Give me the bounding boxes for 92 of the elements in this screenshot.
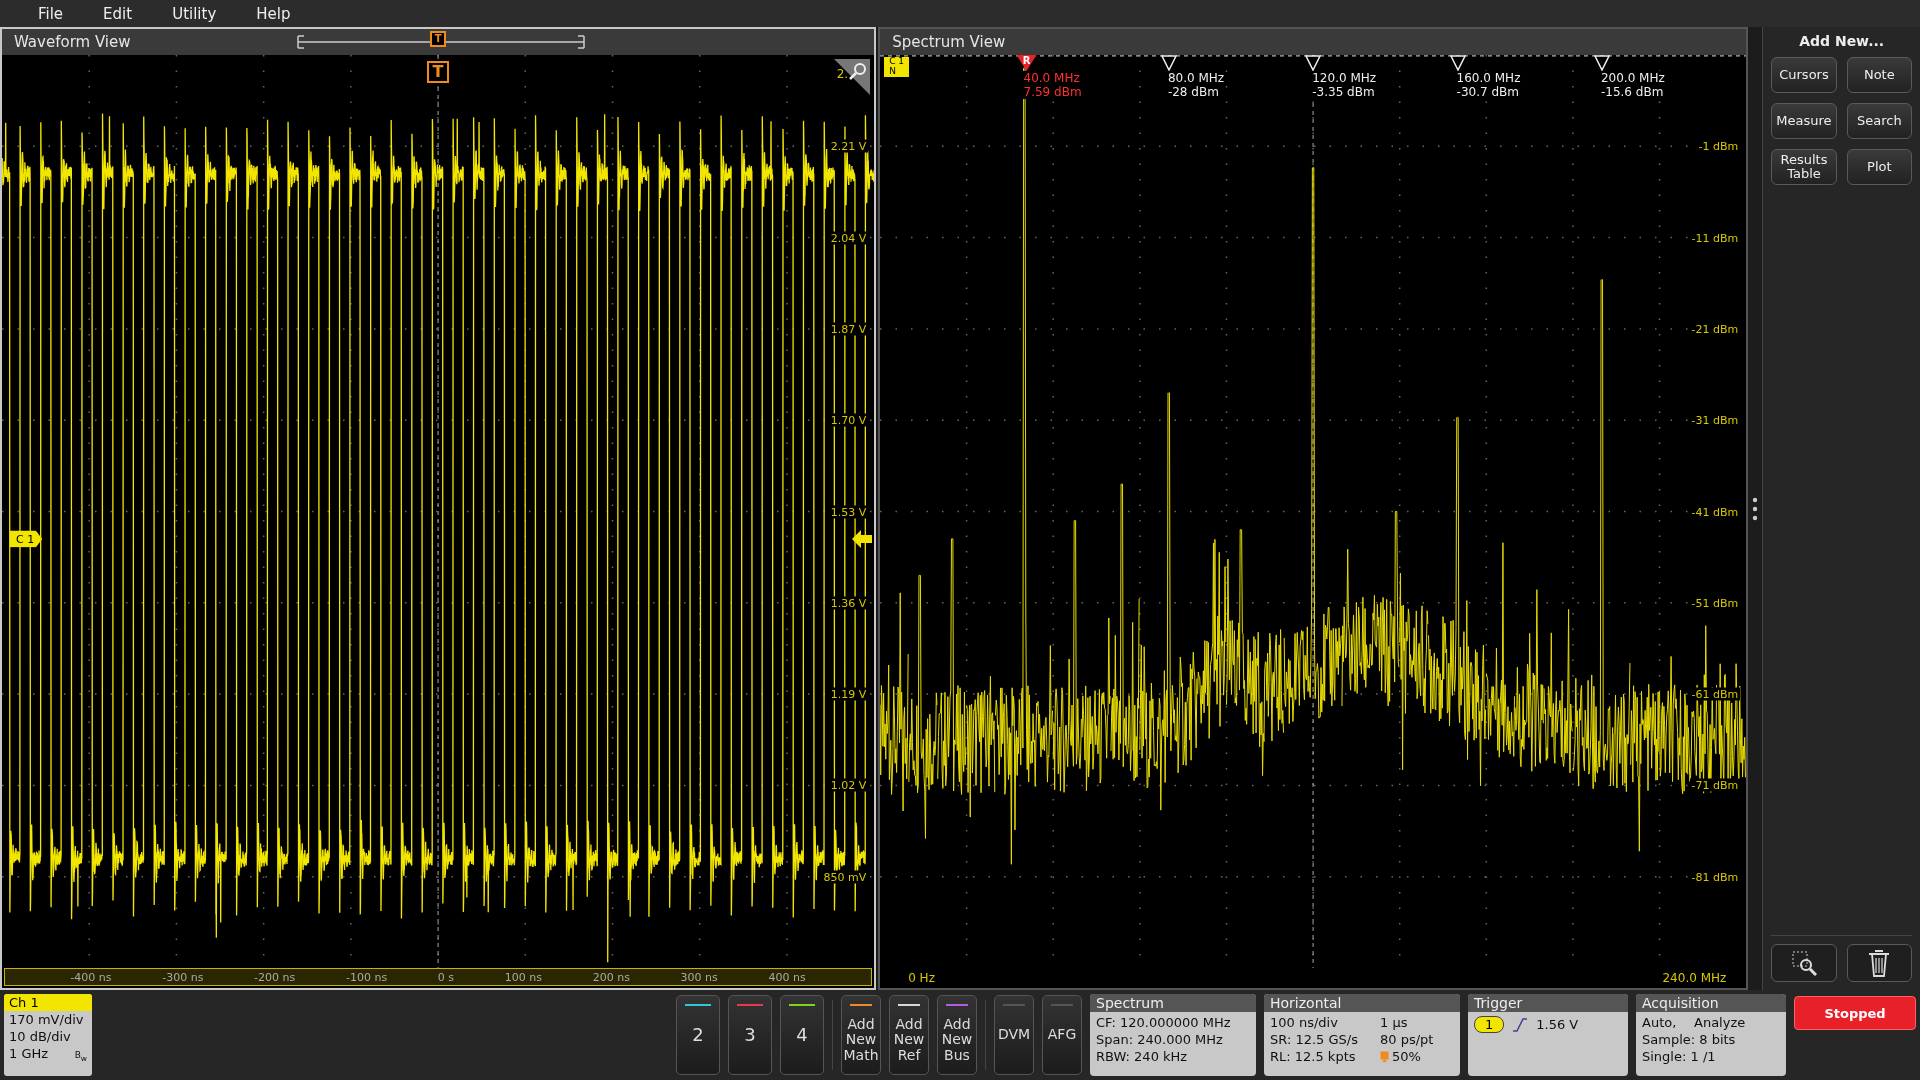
marker-level: 7.59 dBm	[1022, 85, 1083, 99]
add-new-button[interactable]: Note	[1846, 57, 1912, 93]
channel-button[interactable]: 2	[676, 995, 720, 1075]
add-new-button[interactable]: Plot	[1846, 149, 1912, 185]
axis-label: -71 dBm	[1689, 778, 1741, 792]
axis-label: 240.0 MHz	[1662, 971, 1727, 985]
reference-marker-flag[interactable]: R	[1016, 55, 1037, 71]
add-new-button[interactable]: Measure	[1771, 103, 1837, 139]
setting-text: 80 ps/pt	[1380, 1031, 1434, 1048]
axis-label: -51 dBm	[1689, 596, 1741, 610]
axis-label: 1.70 V	[828, 413, 869, 427]
trigger-position-marker[interactable]: T	[430, 31, 447, 47]
badge-title: Spectrum	[1090, 994, 1256, 1012]
axis-label: 1.02 V	[828, 778, 869, 792]
marker-level: -30.7 dBm	[1455, 85, 1520, 99]
channel-setting: 170 mV/div	[8, 1011, 85, 1028]
axis-label: 100 ns	[504, 970, 542, 984]
axis-label: 1.53 V	[828, 505, 869, 518]
trigger-level: 1.56 V	[1536, 1016, 1580, 1033]
channel-setting: 10 dB/div	[8, 1028, 72, 1045]
setting-text: Analyze	[1694, 1014, 1747, 1031]
axis-label: -81 dBm	[1689, 870, 1741, 884]
setting-text: Span: 240.000 MHz	[1096, 1031, 1224, 1048]
trigger-source-pill: 1	[1474, 1016, 1505, 1033]
setting-text: CF: 120.000000 MHz	[1096, 1014, 1232, 1031]
badge-title: Horizontal	[1264, 994, 1460, 1012]
tool-button[interactable]: AFG	[1042, 995, 1082, 1075]
marker-level: -28 dBm	[1166, 85, 1220, 99]
badge-title: Trigger	[1468, 994, 1628, 1012]
trigger-settings-badge[interactable]: Trigger 1 1.56 V	[1468, 994, 1628, 1076]
axis-label: -300 ns	[162, 970, 204, 984]
menu-item[interactable]: File	[18, 4, 84, 23]
trigger-marker[interactable]: T	[427, 61, 450, 83]
run-state-button[interactable]: Stopped	[1794, 996, 1916, 1030]
marker-level: -15.6 dBm	[1599, 85, 1665, 99]
channel-info-badge[interactable]: Ch 1 170 mV/div 10 dB/div 1 GHz B$_{w}$	[4, 994, 92, 1076]
setting-text: RL: 12.5 kpts	[1270, 1048, 1357, 1065]
axis-label: 1.19 V	[828, 687, 869, 701]
channel-setting: 1 GHz	[9, 1045, 49, 1062]
add-new-button[interactable]: Add New Bus	[937, 995, 977, 1075]
channel-button[interactable]: 3	[728, 995, 772, 1075]
axis-label: 300 ns	[680, 970, 718, 984]
add-new-button[interactable]: Add New Ref	[889, 995, 929, 1075]
axis-label: 400 ns	[768, 970, 806, 984]
axis-label: -100 ns	[345, 970, 388, 984]
badge-title: Acquisition	[1636, 994, 1786, 1012]
panel-title: Waveform View	[14, 33, 131, 51]
tool-button[interactable]: DVM	[994, 995, 1034, 1075]
marker-level: -3.35 dBm	[1311, 85, 1376, 99]
add-new-button[interactable]: Cursors	[1771, 57, 1837, 93]
setting-text: Single: 1 /1	[1642, 1048, 1717, 1065]
axis-label: -11 dBm	[1689, 231, 1741, 245]
menu-item[interactable]: Help	[236, 4, 311, 23]
axis-label: 2.	[836, 67, 849, 81]
axis-label: 1.36 V	[828, 596, 869, 610]
axis-label: 200 ns	[592, 970, 630, 984]
channel-badge[interactable]: C 1	[10, 530, 43, 548]
axis-label: -31 dBm	[1689, 413, 1741, 427]
axis-label: -1 dBm	[1696, 139, 1741, 153]
setting-text: Sample: 8 bits	[1642, 1031, 1737, 1048]
axis-label: 850 mV	[821, 870, 869, 884]
menu-item[interactable]: Edit	[83, 4, 153, 23]
acquisition-settings-badge[interactable]: Acquisition Auto, Analyze Sample: 8 bits Single: 1 /1	[1636, 994, 1786, 1076]
axis-label: -400 ns	[70, 970, 112, 984]
axis-label: 2.21 V	[828, 139, 869, 153]
add-new-button[interactable]: Results Table	[1771, 149, 1837, 185]
channel-name: Ch 1	[4, 994, 92, 1011]
add-new-button[interactable]: Add New Math	[841, 995, 881, 1075]
setting-text: 1 µs	[1380, 1014, 1408, 1031]
setting-text: 50%	[1392, 1048, 1421, 1065]
axis-label: 2.04 V	[828, 231, 869, 245]
setting-text: RBW: 240 kHz	[1096, 1048, 1189, 1065]
panel-title: Add New...	[1798, 33, 1886, 49]
axis-label: -200 ns	[254, 970, 296, 984]
horizontal-settings-badge[interactable]: Horizontal 100 ns/div 1 µs SR: 12.5 GS/s 80 ps/pt RL: 12.5 kpts 50%	[1264, 994, 1460, 1076]
menu-item[interactable]: Utility	[152, 4, 237, 23]
axis-label: 0 Hz	[908, 971, 935, 985]
setting-text: Auto,	[1642, 1014, 1678, 1031]
axis-label: -21 dBm	[1689, 322, 1741, 336]
bandwidth-limit-mark: B$_{w}$	[74, 1049, 87, 1065]
panel-title: Spectrum View	[892, 33, 1006, 51]
spectrum-settings-badge[interactable]: Spectrum CF: 120.000000 MHz Span: 240.000 MHz RBW: 240 kHz	[1090, 994, 1256, 1076]
axis-label: 1.87 V	[828, 322, 869, 336]
axis-label: 0 s	[437, 970, 455, 984]
axis-label: -61 dBm	[1689, 687, 1741, 701]
channel-button[interactable]: 4	[780, 995, 824, 1075]
add-new-button[interactable]: Search	[1846, 103, 1912, 139]
setting-text: SR: 12.5 GS/s	[1270, 1031, 1359, 1048]
axis-label: -41 dBm	[1689, 505, 1741, 518]
marker-frequency: 40.0 MHz	[1022, 71, 1081, 85]
channel-badge[interactable]: C 1 N	[884, 57, 910, 77]
setting-text: 100 ns/div	[1270, 1014, 1339, 1031]
